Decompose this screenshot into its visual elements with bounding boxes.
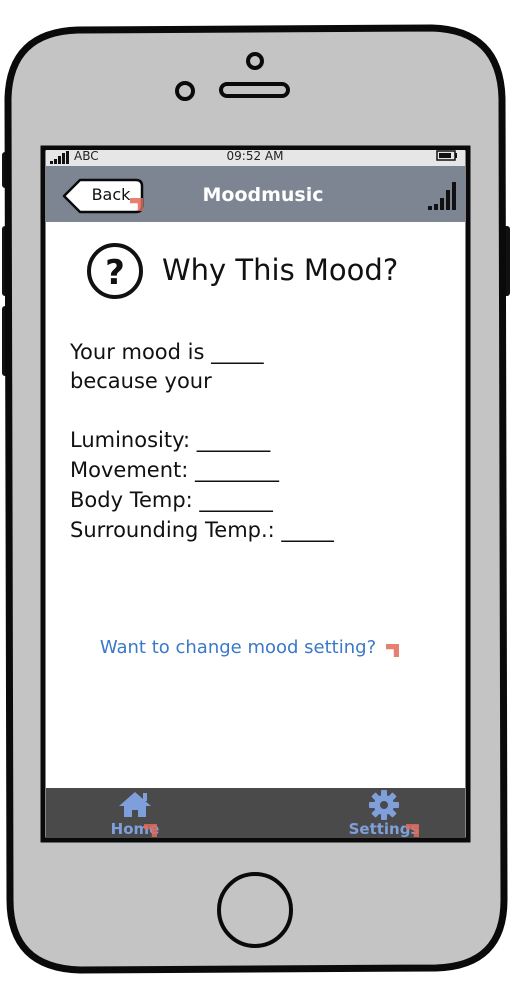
svg-text:?: ? [105,253,125,293]
page-title: Moodmusic [202,184,324,206]
nav-signal-icon [428,182,458,210]
metric-surrounding-temp: Surrounding Temp.: _____ [70,518,334,542]
metric-luminosity: Luminosity: _______ [70,428,271,452]
metric-movement: Movement: ________ [70,458,279,482]
status-signal-icon [50,151,70,164]
mood-line: Your mood is _____ [70,340,264,364]
because-line: because your [70,369,212,393]
status-time: 09:52 AM [226,149,284,163]
heading: Why This Mood? [162,253,399,287]
status-carrier: ABC [74,149,99,163]
metric-body-temp: Body Temp: _______ [70,488,273,512]
back-button[interactable]: Back [86,184,136,206]
change-mood-setting-link[interactable]: Want to change mood setting? [90,635,386,661]
gear-icon [369,790,399,820]
